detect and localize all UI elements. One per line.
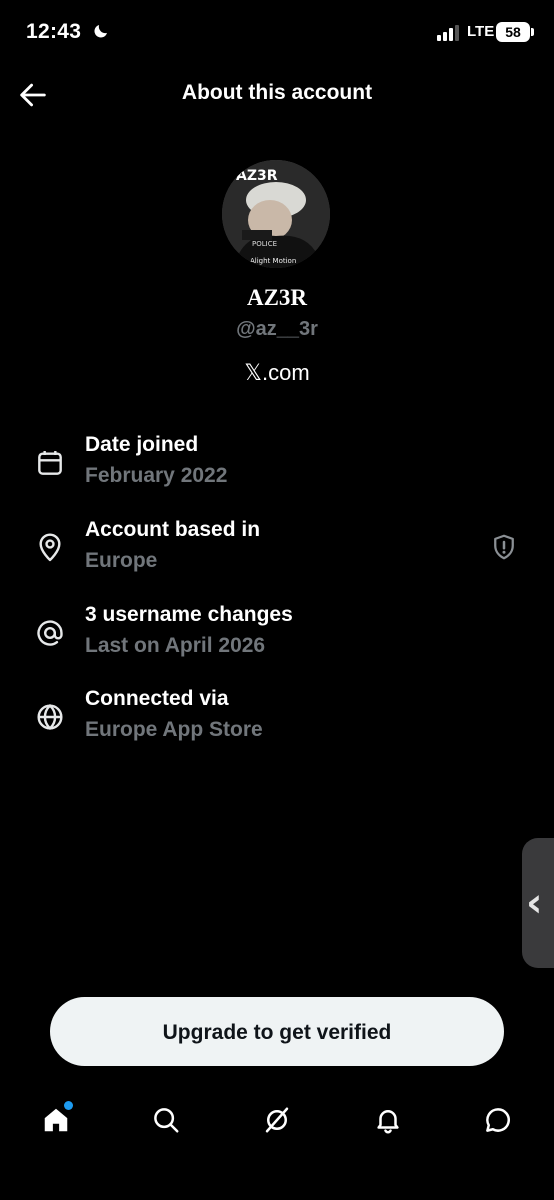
status-time: 12:43	[26, 20, 82, 43]
at-sign-icon	[37, 620, 63, 646]
nav-grok[interactable]	[255, 1095, 299, 1145]
info-row-date-joined: Date joined February 2022	[0, 433, 554, 503]
notification-dot	[64, 1101, 73, 1110]
info-subtitle: Last on April 2026	[85, 634, 266, 657]
nav-search[interactable]	[144, 1095, 188, 1145]
status-bar: 12:43 LTE 58	[0, 0, 554, 66]
battery-indicator: 58	[496, 22, 530, 42]
site-label: 𝕏.com	[244, 360, 310, 385]
chat-icon	[486, 1108, 510, 1132]
bottom-nav	[0, 1095, 554, 1155]
info-title: Connected via	[85, 687, 229, 710]
info-subtitle: February 2022	[85, 464, 228, 487]
signal-icon	[437, 25, 459, 41]
svg-text:AZ3R: AZ3R	[236, 168, 278, 184]
location-pin-icon	[39, 533, 61, 562]
info-row-connected-via: Connected via Europe App Store	[0, 687, 554, 757]
battery-tip	[531, 28, 534, 36]
shield-alert-icon[interactable]	[489, 532, 519, 562]
avatar[interactable]: POLICE AZ3R Alight Motion	[222, 160, 330, 268]
svg-text:POLICE: POLICE	[252, 240, 277, 248]
calendar-icon	[38, 451, 62, 475]
info-subtitle: Europe App Store	[85, 718, 263, 741]
grok-icon	[265, 1107, 289, 1133]
globe-icon	[37, 704, 63, 730]
side-panel-handle[interactable]: ‹	[522, 838, 554, 968]
nav-messages[interactable]	[476, 1095, 520, 1145]
page-title: About this account	[181, 81, 373, 104]
display-name: AZ3R	[246, 285, 308, 310]
info-title: Account based in	[85, 518, 261, 541]
username-handle: @az__3r	[236, 318, 318, 340]
upgrade-verified-button[interactable]: Upgrade to get verified	[50, 997, 504, 1066]
info-title: Date joined	[85, 433, 199, 456]
avatar-image: POLICE AZ3R Alight Motion	[222, 160, 330, 268]
bell-icon	[377, 1110, 399, 1134]
network-label: LTE	[467, 23, 495, 40]
nav-home[interactable]	[34, 1095, 78, 1145]
moon-icon	[94, 25, 107, 38]
info-subtitle: Europe	[85, 549, 158, 572]
search-icon	[154, 1108, 179, 1133]
chevron-left-icon: ‹	[526, 880, 543, 926]
info-row-account-based-in: Account based in Europe	[0, 518, 554, 588]
info-title: 3 username changes	[85, 603, 293, 626]
svg-text:Alight Motion: Alight Motion	[250, 257, 296, 265]
nav-notifications[interactable]	[366, 1095, 410, 1145]
info-row-username-changes: 3 username changes Last on April 2026	[0, 603, 554, 673]
